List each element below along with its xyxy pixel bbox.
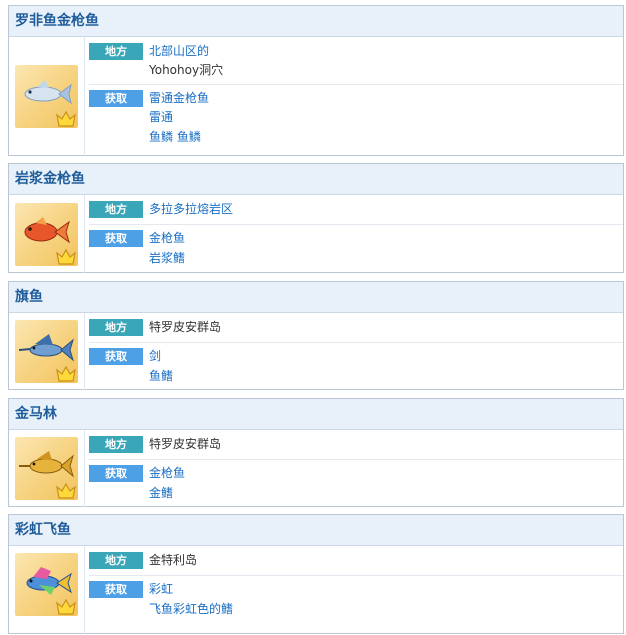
- crown-icon: [56, 249, 76, 265]
- obtain-row: 获取 金枪鱼 岩浆鳍: [89, 224, 623, 274]
- fish-image: [15, 437, 78, 500]
- place-tag: 地方: [89, 43, 143, 60]
- fish-card: 罗非鱼金枪鱼 地方 北部山区的 Yohohoy洞穴 获取 雷通金枪鱼 雷通 鱼鳞…: [8, 5, 624, 156]
- place-link[interactable]: 北部山区的: [149, 42, 209, 60]
- fish-image: [15, 553, 78, 616]
- fish-image: [15, 203, 78, 266]
- crown-icon: [56, 366, 76, 382]
- crown-icon: [56, 483, 76, 499]
- obtain-link[interactable]: 彩虹: [149, 580, 173, 598]
- place-tag: 地方: [89, 319, 143, 336]
- obtain-tag: 获取: [89, 581, 143, 598]
- fish-title: 岩浆金枪鱼: [9, 164, 623, 195]
- place-row: 地方 特罗皮安群岛: [89, 313, 623, 340]
- obtain-link[interactable]: 雷通金枪鱼: [149, 89, 209, 107]
- place-text: 特罗皮安群岛: [149, 437, 222, 451]
- place-text: Yohohoy洞穴: [149, 63, 224, 77]
- thumbnail-column: [9, 313, 85, 390]
- place-text: 金特利岛: [149, 553, 198, 567]
- place-text: 特罗皮安群岛: [149, 320, 222, 334]
- thumbnail-column: [9, 546, 85, 634]
- fish-icon: [26, 567, 72, 595]
- obtain-row: 获取 雷通金枪鱼 雷通 鱼鳞 鱼鳞: [89, 84, 623, 157]
- obtain-link[interactable]: 岩浆鳍: [149, 249, 185, 267]
- crown-icon: [56, 111, 76, 127]
- fish-title: 彩虹飞鱼: [9, 515, 623, 546]
- place-row: 地方 北部山区的 Yohohoy洞穴: [89, 37, 623, 82]
- place-tag: 地方: [89, 552, 143, 569]
- fish-icon: [24, 80, 72, 105]
- fish-card: 旗鱼 地方 特罗皮安群岛 获取 剑 鱼鳍: [8, 281, 624, 390]
- obtain-tag: 获取: [89, 90, 143, 107]
- fish-image: [15, 320, 78, 383]
- obtain-row: 获取 彩虹 飞鱼彩虹色的鳍: [89, 575, 623, 635]
- obtain-link[interactable]: 金枪鱼: [149, 464, 185, 482]
- obtain-row: 获取 剑 鱼鳍: [89, 342, 623, 391]
- obtain-link[interactable]: 雷通: [149, 108, 173, 126]
- fish-card: 金马林 地方 特罗皮安群岛 获取 金枪鱼 金鳍: [8, 398, 624, 507]
- place-row: 地方 多拉多拉熔岩区: [89, 195, 623, 222]
- fish-title: 罗非鱼金枪鱼: [9, 6, 623, 37]
- obtain-link[interactable]: 鱼鳍: [149, 367, 173, 385]
- fish-icon: [19, 451, 74, 478]
- thumbnail-column: [9, 195, 85, 273]
- obtain-link[interactable]: 鱼鳞 鱼鳞: [149, 128, 201, 146]
- place-row: 地方 金特利岛: [89, 546, 623, 573]
- obtain-link[interactable]: 飞鱼彩虹色的鳍: [149, 600, 233, 618]
- obtain-tag: 获取: [89, 230, 143, 247]
- place-tag: 地方: [89, 436, 143, 453]
- fish-title: 旗鱼: [9, 282, 623, 313]
- obtain-tag: 获取: [89, 465, 143, 482]
- fish-icon: [24, 217, 70, 244]
- obtain-link[interactable]: 剑: [149, 347, 161, 365]
- fish-image: [15, 65, 78, 128]
- crown-icon: [56, 599, 76, 615]
- place-row: 地方 特罗皮安群岛: [89, 430, 623, 457]
- fish-title: 金马林: [9, 399, 623, 430]
- obtain-row: 获取 金枪鱼 金鳍: [89, 459, 623, 508]
- fish-card: 岩浆金枪鱼 地方 多拉多拉熔岩区 获取 金枪鱼 岩浆鳍: [8, 163, 624, 273]
- obtain-link[interactable]: 金枪鱼: [149, 229, 185, 247]
- obtain-link[interactable]: 金鳍: [149, 484, 173, 502]
- thumbnail-column: [9, 37, 85, 156]
- place-tag: 地方: [89, 201, 143, 218]
- obtain-tag: 获取: [89, 348, 143, 365]
- fish-card: 彩虹飞鱼 地方 金特利岛 获取 彩虹 飞鱼彩虹色的鳍: [8, 514, 624, 634]
- place-link[interactable]: 多拉多拉熔岩区: [149, 200, 233, 218]
- fish-icon: [19, 334, 74, 362]
- thumbnail-column: [9, 430, 85, 507]
